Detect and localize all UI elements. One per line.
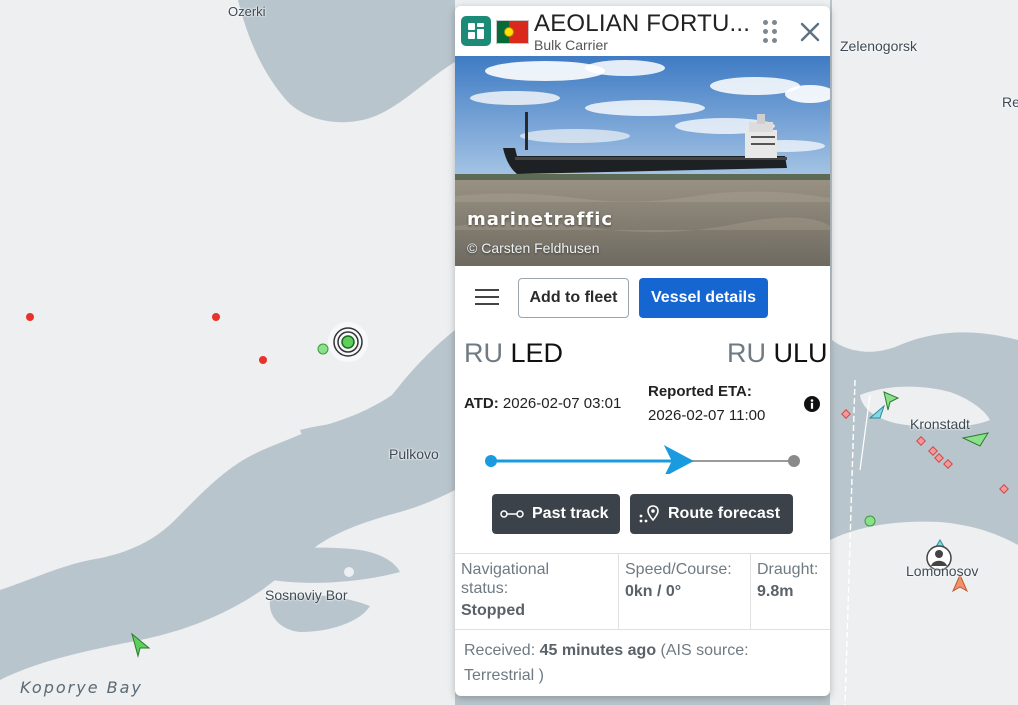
vessel-name: AEOLIAN FORTU... bbox=[534, 10, 751, 37]
nav-status-value: Stopped bbox=[461, 602, 525, 619]
bulk-carrier-icon bbox=[461, 16, 491, 46]
vessel-marker[interactable] bbox=[212, 313, 220, 321]
place-koporye-bay: Koporye Bay bbox=[20, 678, 143, 697]
eta-value: 2026-02-07 11:00 bbox=[648, 407, 766, 424]
route-start-dot bbox=[485, 455, 497, 467]
route-end-dot bbox=[788, 455, 800, 467]
vessel-info-card: AEOLIAN FORTU... Bulk Carrier marinetraf… bbox=[455, 6, 830, 696]
atd-label: ATD: bbox=[464, 395, 499, 412]
received-label: Received: bbox=[464, 642, 536, 659]
vessel-marker[interactable] bbox=[864, 515, 876, 527]
draught: Draught: 9.8m bbox=[751, 554, 830, 629]
atd: ATD: 2026-02-07 03:01 bbox=[464, 395, 621, 412]
vessel-marker[interactable] bbox=[26, 313, 34, 321]
departure-port: RU LED bbox=[464, 338, 563, 369]
route-forecast-button[interactable]: Route forecast bbox=[630, 494, 793, 534]
draught-value: 9.8m bbox=[757, 583, 794, 600]
speed-course-value: 0kn / 0° bbox=[625, 583, 682, 600]
place-zelenogorsk: Zelenogorsk bbox=[840, 38, 918, 54]
route-progress bbox=[485, 445, 800, 474]
vessel-marker[interactable] bbox=[259, 356, 267, 364]
eta-label: Reported ETA: bbox=[648, 383, 752, 400]
arrival-port: RU ULU bbox=[727, 338, 828, 369]
speed-course: Speed/Course: 0kn / 0° bbox=[619, 554, 751, 629]
arrival-port-code: ULU bbox=[773, 338, 828, 368]
info-icon[interactable] bbox=[804, 396, 820, 412]
add-to-fleet-button[interactable]: Add to fleet bbox=[518, 278, 629, 318]
drag-handle-icon[interactable] bbox=[763, 20, 779, 44]
photo-credit: © Carsten Feldhusen bbox=[467, 240, 600, 256]
land-south-east bbox=[830, 521, 1018, 705]
departure-port-code: LED bbox=[510, 338, 564, 368]
nav-status-label: Navigational status: bbox=[461, 561, 550, 597]
speed-course-label: Speed/Course: bbox=[625, 561, 732, 578]
photo-brand-watermark: marinetraffic bbox=[467, 209, 614, 230]
past-track-label: Past track bbox=[532, 505, 609, 522]
navigational-status: Navigational status: Stopped bbox=[455, 554, 619, 629]
vessel-type: Bulk Carrier bbox=[534, 37, 608, 53]
selected-vessel-marker[interactable] bbox=[341, 335, 355, 349]
received-value: 45 minutes ago bbox=[539, 642, 657, 659]
user-icon bbox=[935, 550, 943, 558]
status-grid: Navigational status: Stopped Speed/Cours… bbox=[455, 553, 830, 630]
place-lomonosov: Lomonosov bbox=[906, 563, 979, 579]
route-forecast-icon bbox=[639, 505, 659, 523]
place-ozerki: Ozerki bbox=[228, 4, 266, 19]
portugal-flag-icon bbox=[496, 20, 529, 44]
card-header: AEOLIAN FORTU... Bulk Carrier bbox=[455, 6, 830, 56]
departure-country: RU bbox=[464, 338, 503, 368]
vessel-details-button[interactable]: Vessel details bbox=[639, 278, 768, 318]
past-track-button[interactable]: Past track bbox=[492, 494, 620, 534]
close-icon[interactable] bbox=[797, 19, 823, 45]
received-info: Received: 45 minutes ago (AIS source: Te… bbox=[464, 638, 814, 688]
menu-icon[interactable] bbox=[475, 289, 499, 307]
place-kronstadt: Kronstadt bbox=[910, 416, 970, 432]
atd-value: 2026-02-07 03:01 bbox=[502, 395, 622, 412]
place-re: Re bbox=[1002, 94, 1018, 110]
draught-label: Draught: bbox=[757, 561, 819, 578]
place-sosnoviy-bor: Sosnoviy Bor bbox=[265, 587, 348, 603]
vessel-photo[interactable]: marinetraffic © Carsten Feldhusen bbox=[455, 56, 830, 266]
islet bbox=[344, 567, 354, 577]
place-pulkovo: Pulkovo bbox=[389, 446, 439, 462]
arrival-country: RU bbox=[727, 338, 766, 368]
past-track-icon bbox=[500, 510, 524, 518]
route-forecast-label: Route forecast bbox=[668, 505, 781, 522]
vessel-marker[interactable] bbox=[317, 343, 329, 355]
